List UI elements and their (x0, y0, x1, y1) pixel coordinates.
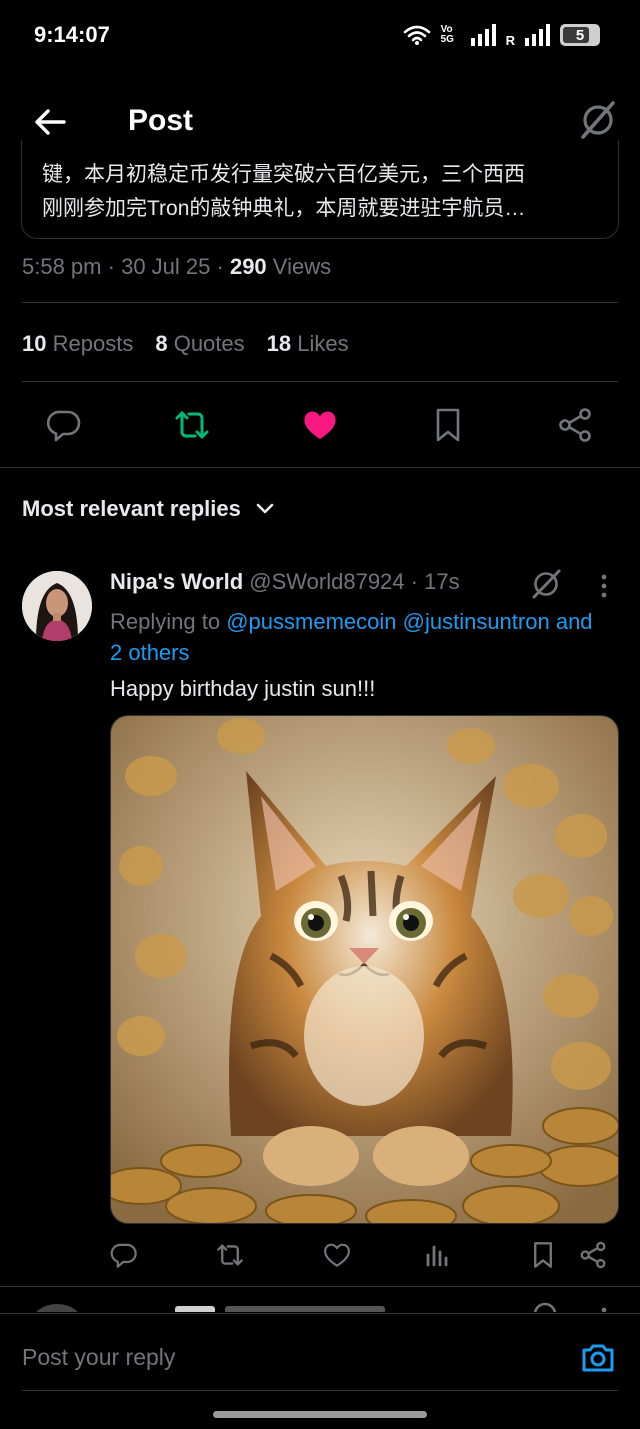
replies-sort-label: Most relevant replies (22, 496, 241, 521)
views-count: 290 (229, 254, 267, 279)
replying-to-prefix: Replying to (110, 609, 221, 634)
reposts-stat[interactable]: 10 Reposts (22, 331, 133, 357)
post-time: 5:58 pm (22, 254, 102, 279)
post-action-bar (0, 403, 640, 449)
repost-icon (217, 1244, 243, 1266)
reply-media-image[interactable] (110, 715, 619, 1224)
roaming-label: R (505, 33, 515, 48)
reply-bookmark-button[interactable] (526, 1238, 560, 1272)
heart-filled-icon (304, 411, 336, 439)
repost-button[interactable] (170, 403, 214, 447)
reply-header: Nipa's World @SWorld87924 · 17s (110, 569, 460, 595)
mention-link[interactable]: @justinsuntron (403, 609, 550, 634)
more-vertical-icon (601, 574, 607, 598)
home-indicator[interactable] (213, 1411, 427, 1418)
bookmark-icon (534, 1242, 552, 1268)
meta-separator: · (107, 254, 115, 279)
likes-label: Likes (297, 331, 349, 356)
share-button[interactable] (553, 403, 597, 447)
next-reply-peek (0, 1296, 640, 1312)
reply-share-button[interactable] (576, 1238, 610, 1272)
reply-views-button[interactable] (420, 1238, 454, 1272)
back-arrow-icon (35, 109, 66, 135)
reply-author-name[interactable]: Nipa's World (110, 569, 243, 594)
meta-separator: · (216, 254, 224, 279)
post-date: 30 Jul 25 (121, 254, 211, 279)
like-button[interactable] (298, 403, 342, 447)
next-reply-clipped-shapes (36, 1302, 607, 1312)
reply-reply-button[interactable] (107, 1238, 141, 1272)
reply-input[interactable]: Post your reply (22, 1344, 175, 1371)
reply-repost-button[interactable] (213, 1238, 247, 1272)
composer-divider (22, 1390, 618, 1391)
camera-icon (582, 1344, 614, 1372)
reply-like-button[interactable] (320, 1238, 354, 1272)
reposts-label: Reposts (52, 331, 134, 356)
meta-separator: · (410, 569, 418, 594)
status-bar: 9:14:07 Vo 5G R 5 (0, 0, 640, 72)
quotes-count: 8 (155, 331, 168, 356)
reposts-count: 10 (22, 331, 47, 356)
reply-text: Happy birthday justin sun!!! (110, 676, 376, 701)
back-button[interactable] (28, 100, 72, 144)
battery-icon: 5 (560, 24, 600, 46)
status-icons: Vo 5G R 5 (403, 24, 600, 48)
views-label: Views (272, 254, 332, 279)
grok-icon (532, 569, 561, 599)
divider (0, 1286, 640, 1287)
signal-icon (470, 24, 496, 46)
quotes-label: Quotes (173, 331, 245, 356)
chevron-down-icon (256, 503, 274, 514)
status-time: 9:14:07 (34, 22, 110, 47)
divider (22, 302, 618, 303)
more-options-button[interactable] (590, 572, 618, 600)
post-stats: 10 Reposts 8 Quotes 18 Likes (22, 331, 349, 357)
quoted-post-text-line: 刚刚参加完Tron的敲钟典礼，本周就要进驻宇航员… (42, 197, 526, 220)
bookmark-icon (436, 408, 460, 442)
reply-grok-button[interactable] (528, 566, 564, 602)
network-type-label: Vo 5G (440, 24, 454, 45)
reply-author-handle[interactable]: @SWorld87924 (249, 569, 404, 594)
avatar[interactable] (22, 571, 92, 641)
share-icon (580, 1241, 606, 1269)
repost-icon (175, 411, 209, 439)
reply-time: 17s (424, 569, 460, 594)
replies-sort-dropdown[interactable]: Most relevant replies (22, 496, 275, 522)
bookmark-button[interactable] (426, 403, 470, 447)
wifi-icon (403, 25, 430, 45)
mention-link[interactable]: @pussmemecoin (226, 609, 396, 634)
reply-icon (110, 1243, 137, 1268)
cat-with-coins-image (111, 716, 618, 1223)
post-timestamp-views: 5:58 pm · 30 Jul 25 · 290 Views (22, 254, 331, 280)
page-title: Post (128, 104, 194, 137)
quotes-stat[interactable]: 8 Quotes (155, 331, 244, 357)
grok-button[interactable] (578, 98, 618, 142)
reply-button[interactable] (42, 403, 86, 447)
quoted-post-card[interactable]: 键，本月初稳定币发行量突破六百亿美元，三个西西 刚刚参加完Tron的敲钟典礼，本… (21, 140, 619, 239)
replying-to: Replying to @pussmemecoin @justinsuntron… (110, 606, 610, 668)
reply-icon (46, 410, 81, 442)
likes-stat[interactable]: 18 Likes (267, 331, 349, 357)
divider (22, 381, 618, 382)
signal-icon-2 (525, 24, 550, 46)
reply-composer: Post your reply (0, 1313, 640, 1429)
likes-count: 18 (266, 331, 292, 356)
battery-level: 5 (575, 26, 585, 44)
camera-button[interactable] (580, 1340, 616, 1376)
grok-icon (581, 101, 615, 139)
reply-action-bar (0, 1238, 640, 1274)
quoted-post-text-line: 键，本月初稳定币发行量突破六百亿美元，三个西西 (42, 163, 525, 186)
divider (0, 467, 640, 468)
analytics-icon (426, 1245, 448, 1267)
avatar-image (22, 571, 92, 641)
heart-icon (324, 1243, 350, 1267)
share-icon (559, 408, 591, 442)
